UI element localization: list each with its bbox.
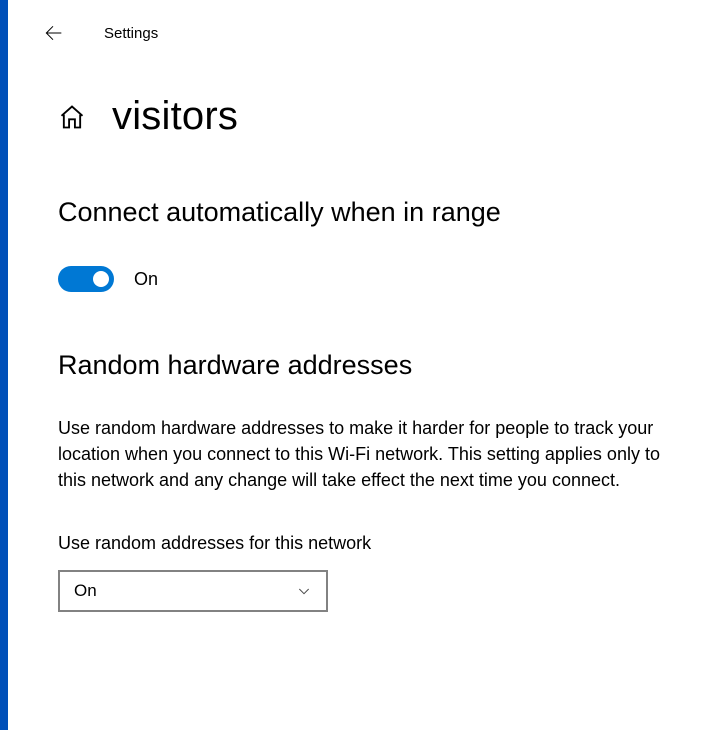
- dropdown-selected-value: On: [74, 581, 97, 601]
- toggle-state-label: On: [134, 269, 158, 290]
- header-bar: Settings: [8, 0, 718, 48]
- page-title: visitors: [112, 94, 238, 139]
- arrow-left-icon: [43, 23, 63, 43]
- random-hw-description: Use random hardware addresses to make it…: [58, 415, 668, 493]
- auto-connect-heading: Connect automatically when in range: [58, 197, 668, 228]
- random-hw-dropdown[interactable]: On: [58, 570, 328, 612]
- chevron-down-icon: [296, 583, 312, 599]
- random-hw-dropdown-label: Use random addresses for this network: [58, 533, 668, 554]
- content-area: visitors Connect automatically when in r…: [8, 48, 718, 612]
- auto-connect-toggle[interactable]: [58, 266, 114, 292]
- back-button[interactable]: [38, 18, 68, 48]
- auto-connect-toggle-row: On: [58, 266, 668, 292]
- home-icon: [58, 103, 86, 131]
- header-title: Settings: [104, 25, 158, 42]
- page-title-row: visitors: [58, 94, 668, 139]
- toggle-knob: [93, 271, 109, 287]
- random-hw-heading: Random hardware addresses: [58, 350, 668, 381]
